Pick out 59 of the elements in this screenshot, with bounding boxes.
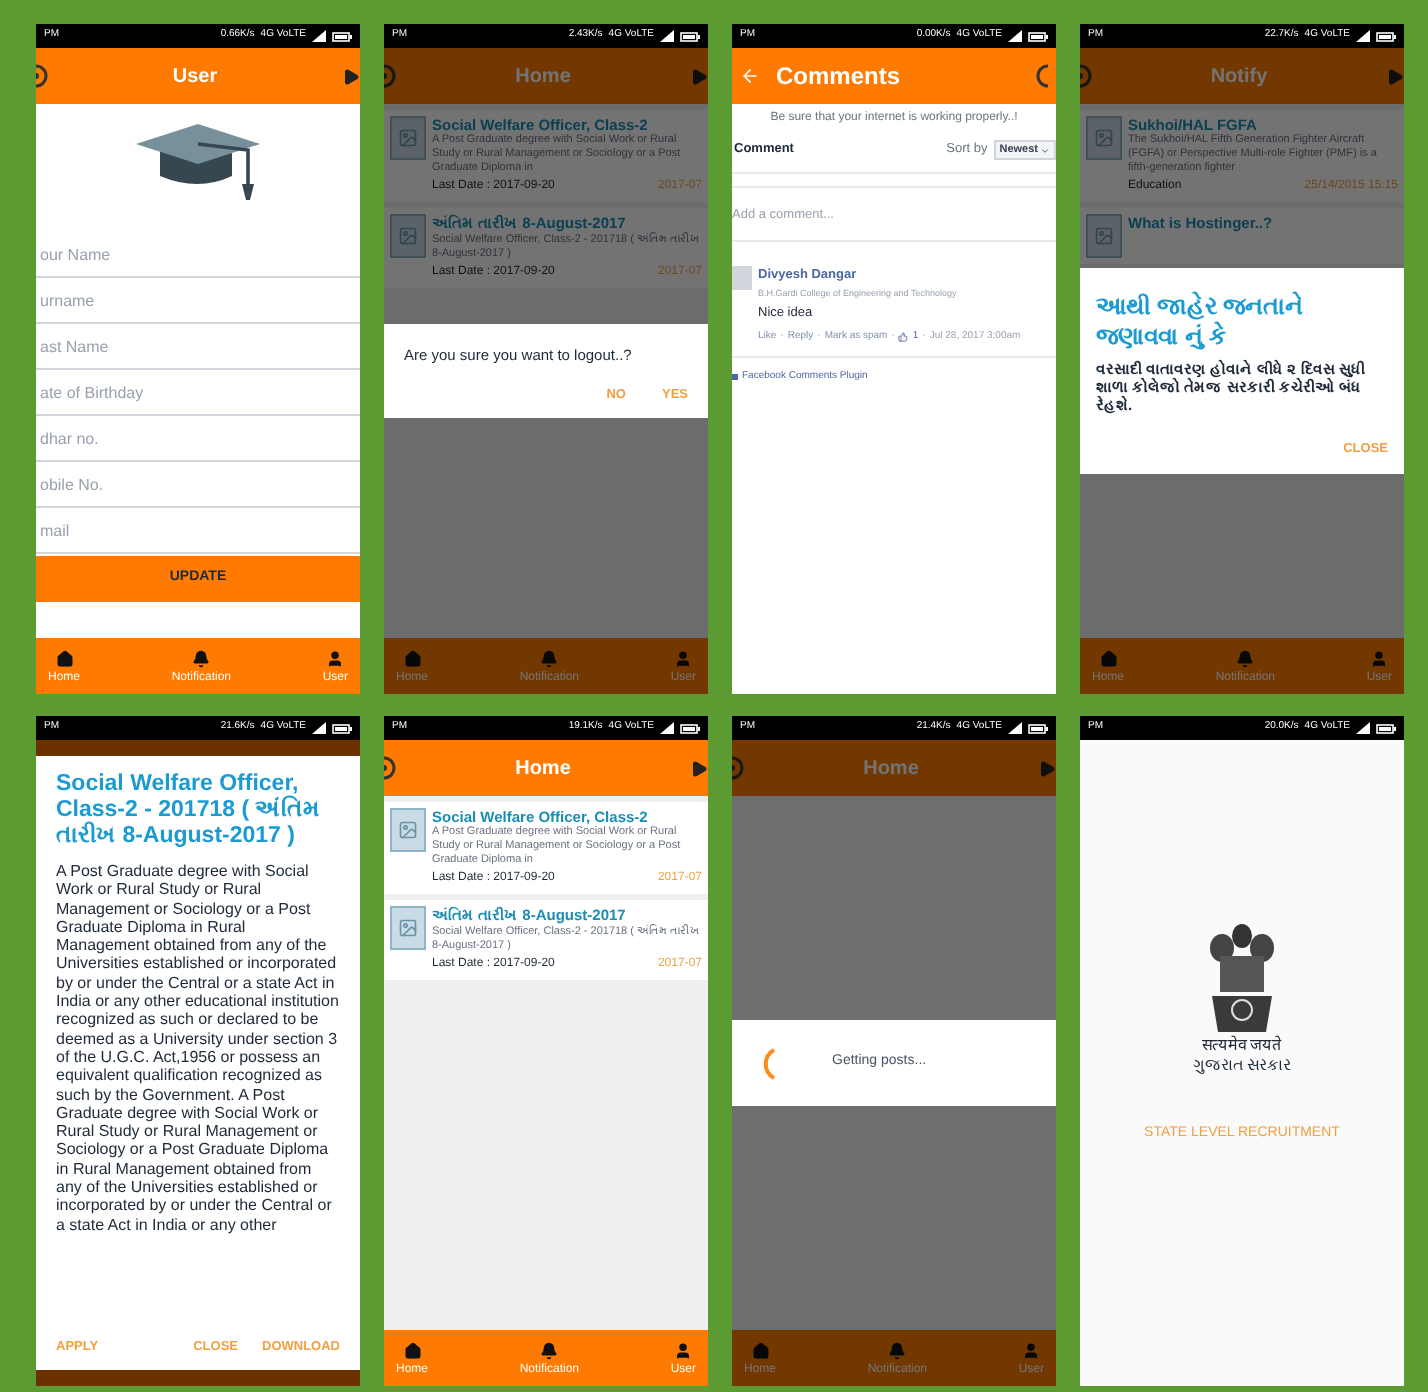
- app-bar-title: Notify: [1210, 63, 1268, 91]
- app-bar-title: Home: [863, 755, 919, 783]
- dialog-title: આથી જાહેર જનતાને જણાવવા નું કે: [1096, 291, 1306, 352]
- app-bar-title: User: [172, 63, 218, 91]
- battery-icon: [1028, 723, 1048, 733]
- emblem-caption: सत्यमेव जयते: [1201, 1036, 1283, 1057]
- circle-icon[interactable]: [384, 756, 396, 780]
- user-icon: [674, 1341, 693, 1359]
- graduation-cap-drawing: [136, 124, 260, 204]
- back-icon[interactable]: [740, 66, 760, 86]
- bell-icon: [192, 649, 211, 667]
- signal-icon: [660, 30, 674, 42]
- image-icon: [398, 128, 418, 148]
- battery-icon: [332, 31, 352, 41]
- plugin-icon: [732, 374, 738, 381]
- circle-icon[interactable]: [36, 64, 48, 88]
- home-icon: [403, 1341, 421, 1359]
- battery-icon: [1376, 31, 1396, 41]
- signal-icon: [1008, 722, 1022, 734]
- thumbs-up-icon: [898, 331, 909, 342]
- signal-icon: [660, 722, 674, 734]
- signal-icon: [312, 722, 326, 734]
- image-icon: [1094, 226, 1114, 247]
- arrow-icon[interactable]: [342, 67, 360, 85]
- arrow-icon[interactable]: [689, 759, 708, 777]
- battery-icon: [680, 723, 700, 733]
- app-bar-title: Home: [515, 755, 571, 783]
- home-icon: [55, 649, 73, 667]
- home-icon: [403, 649, 421, 667]
- app-bar-title: Comments: [776, 60, 903, 94]
- bell-icon: [1236, 649, 1255, 667]
- battery-icon: [1028, 31, 1048, 41]
- avatar-placeholder: [732, 266, 752, 291]
- post-title: Social Welfare Officer, Class-2 - 201718 ( અંતિમ તારીખ 8-August-2017 ): [56, 772, 322, 850]
- image-icon: [1094, 128, 1114, 148]
- user-icon: [674, 649, 693, 667]
- signal-icon: [1356, 722, 1370, 734]
- home-icon: [751, 1341, 769, 1359]
- battery-icon: [680, 31, 700, 41]
- signal-icon: [312, 30, 326, 42]
- user-icon: [326, 649, 345, 667]
- image-icon: [398, 918, 418, 939]
- battery-icon: [332, 723, 352, 733]
- bell-icon: [540, 1341, 559, 1359]
- user-icon: [1022, 1341, 1041, 1359]
- image-icon: [398, 820, 418, 840]
- user-icon: [1370, 649, 1389, 667]
- post-description: A Post Graduate degree with Social Work or Rural Study or Rural Management or Sociology or a Post Graduate Diploma in Rural Management obtained from any of the Universities established or incorporated by or under the Central or a state Act in India or any other educational institution recognized as such or declared to be deemed as a University under section 3 of the U.G.C. Act,1956 or possess an equivalent qualification recognized as such by the Government. A Post Graduate degree with Social Work or Rural Study or Rural Management or Sociology or a Post Graduate Diploma in Rural Management obtained from any of the Universities established or incorporated by or under the Central or a state Act in India or any other: [56, 862, 340, 1234]
- battery-icon: [1376, 723, 1396, 733]
- image-icon: [398, 226, 418, 247]
- signal-icon: [1356, 30, 1370, 42]
- signal-icon: [1008, 30, 1022, 42]
- bell-icon: [888, 1341, 907, 1359]
- app-bar-title: Home: [515, 63, 571, 91]
- home-icon: [1099, 649, 1117, 667]
- emblem-caption: ગુજરાત સરકાર: [1192, 1056, 1292, 1077]
- caret-icon: [1040, 145, 1050, 156]
- bell-icon: [540, 649, 559, 667]
- emblem-drawing: [1204, 920, 1280, 1037]
